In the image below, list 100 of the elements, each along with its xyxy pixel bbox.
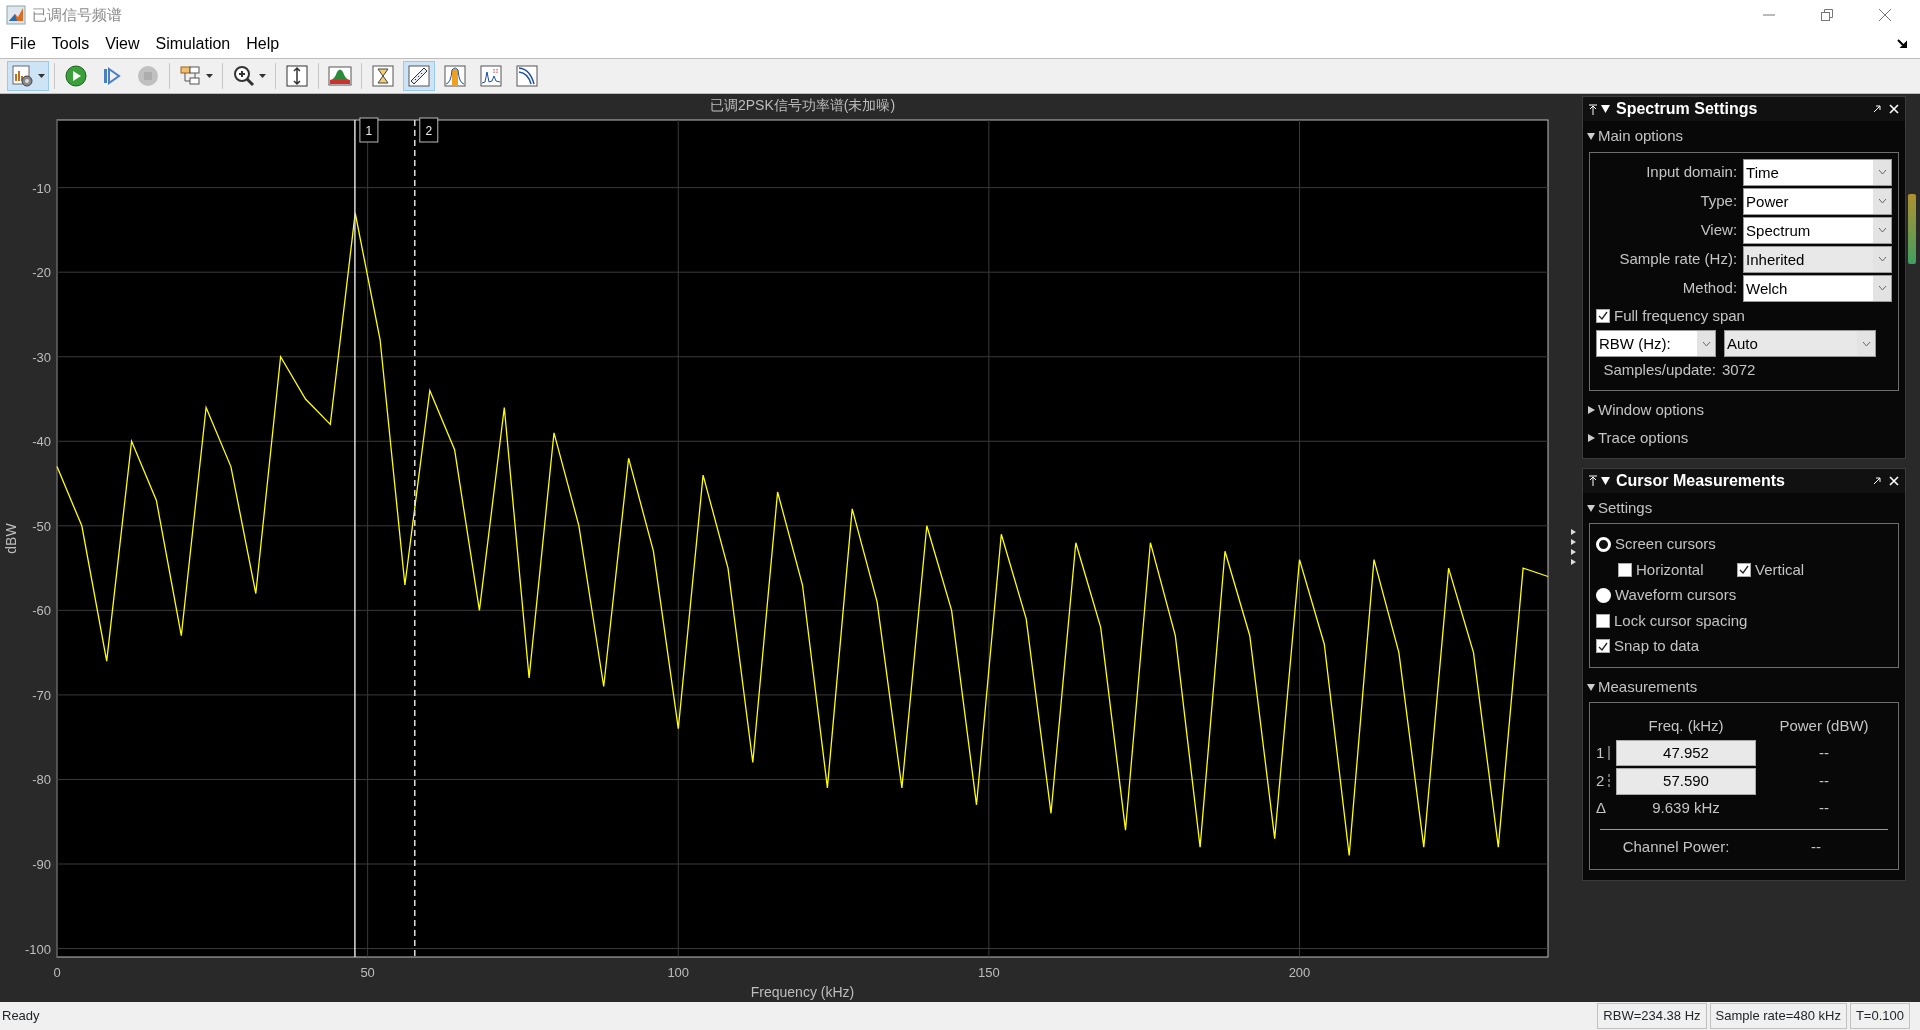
- caret-icon: [38, 74, 45, 78]
- checkbox[interactable]: [1596, 639, 1610, 654]
- table-cell-text: --: [1818, 771, 1830, 791]
- radio-button[interactable]: [1596, 587, 1611, 603]
- toolbar-button[interactable]: [403, 61, 435, 91]
- checkbox[interactable]: [1618, 562, 1632, 577]
- table-cell-text: --: [1818, 797, 1830, 818]
- tick-label: -60: [32, 603, 51, 619]
- chevron-down-icon: [1701, 340, 1711, 347]
- collapse-triangle-icon: [1601, 476, 1610, 485]
- section-header[interactable]: Window options: [1598, 398, 1704, 421]
- checkbox[interactable]: [1596, 613, 1610, 628]
- checkmark-icon: [1739, 565, 1749, 575]
- status-text: Ready: [2, 1007, 40, 1026]
- chart-settings-icon: [11, 64, 35, 88]
- cursor-style-icon: [1608, 774, 1611, 789]
- dropdown[interactable]: Power: [1743, 187, 1892, 215]
- pin-icon: [1589, 103, 1597, 115]
- menu-item[interactable]: Help: [238, 32, 288, 56]
- checkbox[interactable]: [1596, 308, 1610, 323]
- section-header[interactable]: Measurements: [1598, 675, 1698, 698]
- dropdown[interactable]: Spectrum: [1743, 216, 1892, 244]
- frequency-field[interactable]: 47.952: [1616, 739, 1756, 766]
- checkbox-label: Full frequency span: [1614, 305, 1745, 326]
- close-icon: [1889, 104, 1899, 114]
- tick-label: -90: [32, 857, 51, 872]
- combo-box[interactable]: Inherited: [1743, 245, 1892, 273]
- menu-item[interactable]: Tools: [43, 32, 98, 56]
- frequency-field[interactable]: 57.590: [1616, 768, 1756, 795]
- pin-icon: [1589, 475, 1597, 486]
- tick-label: 150: [978, 965, 1000, 980]
- undock-icon: [1873, 476, 1881, 485]
- section-header[interactable]: Trace options: [1598, 427, 1689, 450]
- field-label: Method:: [1681, 277, 1739, 298]
- ruler-icon: [407, 64, 431, 88]
- cursor-label[interactable]: 2: [419, 117, 439, 143]
- chevron-down-icon: [1877, 198, 1887, 204]
- field-label: View:: [1699, 219, 1739, 240]
- field-label: Sample rate (Hz):: [1618, 248, 1739, 269]
- collapse-triangle-icon: [1601, 105, 1610, 113]
- close-button[interactable]: [1889, 104, 1899, 114]
- field-label: Samples/update:: [1602, 360, 1717, 380]
- tick-label: 0: [53, 965, 61, 980]
- field-value: --: [1810, 837, 1822, 857]
- row-label: Δ: [1596, 797, 1608, 818]
- window-title: 已调信号频谱: [32, 4, 122, 25]
- dropdown[interactable]: Welch: [1743, 274, 1892, 302]
- app-logo-icon: [6, 5, 26, 25]
- axis-label: dBW: [3, 523, 19, 554]
- arrow-icon: [1897, 38, 1909, 50]
- checkbox[interactable]: [1737, 562, 1751, 577]
- status-field: Sample rate=480 kHz: [1709, 1003, 1847, 1029]
- section-header[interactable]: Main options: [1598, 125, 1684, 148]
- status-field: RBW=234.38 Hz: [1597, 1003, 1707, 1029]
- field-label: Channel Power:: [1621, 837, 1731, 857]
- table-cell-text: 9.639 kHz: [1651, 797, 1721, 818]
- close-button[interactable]: [1889, 475, 1899, 486]
- tick-label: 100: [667, 965, 690, 980]
- cursor-label[interactable]: 1: [359, 117, 379, 143]
- tick-label: -30: [32, 349, 51, 365]
- tick-label: -100: [24, 941, 51, 957]
- panel-title: Spectrum Settings: [1616, 99, 1759, 119]
- peak-icon: [443, 64, 467, 88]
- chevron-down-icon: [1877, 285, 1887, 291]
- curve-icon: [515, 64, 539, 88]
- tick-label: -10: [32, 180, 51, 196]
- close-icon: [1889, 475, 1899, 486]
- field-value: 3072: [1722, 360, 1756, 380]
- checkmark-icon: [1598, 641, 1608, 651]
- dropdown[interactable]: Time: [1743, 158, 1892, 186]
- spectrum-peaks-icon: [479, 64, 503, 88]
- combo-box[interactable]: Auto: [1724, 330, 1876, 357]
- axis-label: Frequency (kHz): [750, 984, 855, 1000]
- chevron-down-icon: [1877, 169, 1887, 175]
- menu-item[interactable]: File: [2, 32, 44, 56]
- dropdown[interactable]: RBW (Hz):: [1596, 330, 1716, 357]
- checkbox-label: Snap to data: [1614, 636, 1700, 656]
- cursor-line[interactable]: [414, 119, 416, 958]
- chevron-down-icon: [1877, 256, 1887, 262]
- radio-button[interactable]: [1596, 536, 1611, 552]
- chevron-down-icon: [1861, 340, 1871, 347]
- checkmark-icon: [1598, 311, 1608, 321]
- tick-label: 50: [360, 965, 375, 980]
- menu-item[interactable]: View: [97, 32, 148, 56]
- expand-arrows-icon: [1570, 528, 1578, 568]
- spectrum-chart-icon: [328, 64, 352, 88]
- checkbox-label: Horizontal: [1636, 559, 1704, 580]
- tick-label: 200: [1288, 965, 1311, 980]
- caret-icon: [259, 74, 266, 78]
- panel-title: Cursor Measurements: [1616, 470, 1786, 491]
- menu-item[interactable]: Simulation: [147, 32, 239, 56]
- tick-label: -40: [32, 434, 51, 450]
- column-header: Freq. (kHz): [1647, 716, 1725, 736]
- toolbar-button[interactable]: [7, 61, 49, 91]
- section-header[interactable]: Settings: [1598, 496, 1653, 519]
- row-label: 1: [1596, 742, 1605, 763]
- chart-title: 已调2PSK信号功率谱(未加噪): [709, 97, 896, 113]
- hourglass-icon: [371, 64, 395, 88]
- play-icon: [64, 64, 88, 88]
- tick-label: -20: [32, 265, 51, 281]
